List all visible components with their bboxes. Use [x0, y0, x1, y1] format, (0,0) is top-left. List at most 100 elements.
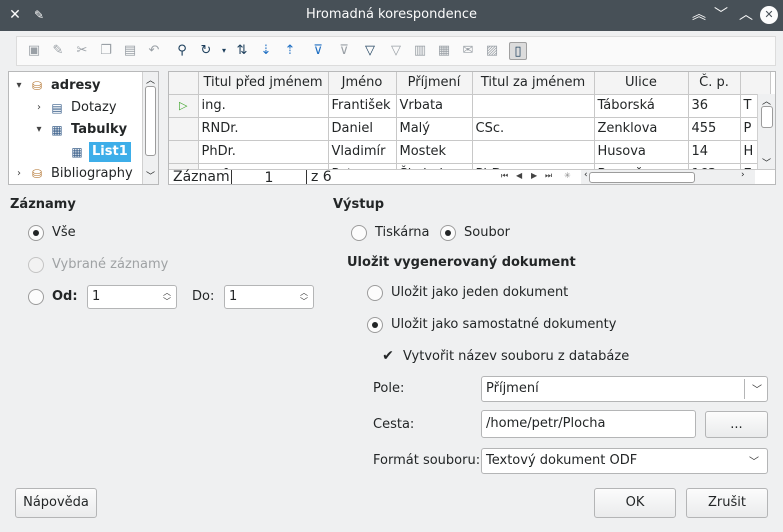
table-cell[interactable]	[472, 140, 595, 164]
to-spinbox[interactable]: 1 ︿ ﹀	[224, 285, 314, 309]
close-icon[interactable]: ✕	[760, 6, 778, 24]
from-value[interactable]: 1	[92, 289, 100, 304]
refresh-dropdown-icon[interactable]: ▾	[215, 42, 233, 60]
decrement-icon[interactable]: ﹀	[298, 297, 310, 306]
column-header[interactable]: Příjmení	[396, 72, 473, 95]
field-value[interactable]: Příjmení	[486, 381, 539, 396]
single-document-radio[interactable]	[367, 285, 383, 301]
scroll-down-icon[interactable]: ﹀	[762, 156, 771, 169]
scroll-down-icon[interactable]: ﹀	[146, 169, 155, 182]
scrollbar-thumb[interactable]	[145, 86, 156, 156]
scrollbar-thumb[interactable]	[761, 106, 773, 128]
sort-descending-icon[interactable]: ⇡	[281, 42, 299, 60]
table-cell[interactable]: Zenklova	[594, 117, 689, 141]
data-to-fields-icon[interactable]: ▦	[435, 42, 453, 60]
table-cell[interactable]: CSc.	[472, 117, 595, 141]
separate-documents-label[interactable]: Uložit jako samostatné dokumenty	[391, 317, 616, 332]
table-cell[interactable]: Vladimír	[328, 140, 397, 164]
file-format-select[interactable]: Textový dokument ODF ﹀	[481, 448, 768, 474]
new-record-icon[interactable]: ✳	[564, 171, 571, 180]
tree-item-adresy[interactable]: ▾ ⛁ adresy	[9, 75, 149, 97]
edit-icon[interactable]: ✎	[49, 42, 67, 60]
previous-record-icon[interactable]: ◀	[516, 171, 522, 180]
range-records-radio[interactable]	[28, 289, 44, 305]
row-header[interactable]	[169, 117, 199, 141]
autofilter-icon[interactable]: ⊽	[309, 42, 327, 60]
expand-arrow-icon[interactable]: ›	[13, 163, 25, 184]
table-cell[interactable]: Táborská	[594, 94, 689, 118]
path-input[interactable]: /home/petr/Plocha	[481, 410, 696, 438]
all-records-label[interactable]: Vše	[52, 225, 76, 240]
keep-above-icon[interactable]: ︽	[690, 6, 708, 24]
tree-item-dotazy[interactable]: › ▤ Dotazy	[9, 97, 149, 119]
paste-icon[interactable]: ▤	[121, 42, 139, 60]
explorer-toggle-icon[interactable]: ▯	[509, 42, 527, 60]
tree-scrollbar[interactable]: ︿ ﹀	[142, 72, 158, 184]
separate-documents-radio[interactable]	[367, 317, 383, 333]
save-icon[interactable]: ▣	[25, 42, 43, 60]
mail-merge-icon[interactable]: ✉	[459, 42, 477, 60]
sort-icon[interactable]: ⇅	[233, 42, 251, 60]
all-records-radio[interactable]	[28, 225, 44, 241]
sort-ascending-icon[interactable]: ⇣	[257, 42, 275, 60]
ok-button[interactable]: OK	[594, 488, 676, 518]
table-cell[interactable]: 36	[688, 94, 741, 118]
grid-vertical-scrollbar[interactable]: ︿ ﹀	[757, 94, 775, 169]
table-cell[interactable]: Malý	[396, 117, 473, 141]
refresh-icon[interactable]: ↻	[197, 42, 215, 60]
table-cell[interactable]: František	[328, 94, 397, 118]
table-cell[interactable]: Vrbata	[396, 94, 473, 118]
increment-icon[interactable]: ︿	[298, 288, 310, 297]
column-header[interactable]	[740, 72, 771, 95]
increment-icon[interactable]: ︿	[161, 288, 173, 297]
table-cell[interactable]: 14	[688, 140, 741, 164]
cut-icon[interactable]: ✂	[73, 42, 91, 60]
undo-icon[interactable]: ↶	[145, 42, 163, 60]
maximize-icon[interactable]: ︿	[737, 6, 755, 24]
grid-horizontal-scrollbar[interactable]: ‹ ›	[581, 170, 755, 184]
table-row[interactable]: ▷ ing. František Vrbata Táborská 36 T	[169, 94, 771, 118]
tree-item-list1[interactable]: ▦ List1	[9, 141, 149, 163]
minimize-icon[interactable]: ﹀	[712, 6, 730, 24]
scrollbar-thumb[interactable]	[589, 172, 695, 183]
data-source-tree[interactable]: ▾ ⛁ adresy › ▤ Dotazy ▾ ▦ Tabulky ▦ List…	[8, 71, 159, 185]
printer-label[interactable]: Tiskárna	[375, 225, 430, 240]
chevron-down-icon[interactable]: ﹀	[749, 453, 759, 468]
column-header[interactable]: Ulice	[594, 72, 689, 95]
record-number-input[interactable]: 1	[231, 170, 307, 184]
next-record-icon[interactable]: ▶	[531, 171, 537, 180]
find-icon[interactable]: ⚲	[173, 42, 191, 60]
to-value[interactable]: 1	[229, 289, 237, 304]
decrement-icon[interactable]: ﹀	[161, 297, 173, 306]
cancel-button[interactable]: Zrušit	[686, 488, 768, 518]
table-cell[interactable]	[472, 94, 595, 118]
tree-item-bibliography[interactable]: › ⛁ Bibliography	[9, 163, 149, 184]
file-label[interactable]: Soubor	[464, 225, 510, 240]
remove-filter-icon[interactable]: ▽	[387, 42, 405, 60]
table-cell[interactable]: RNDr.	[198, 117, 329, 141]
from-spinbox[interactable]: 1 ︿ ﹀	[87, 285, 177, 309]
path-value[interactable]: /home/petr/Plocha	[486, 416, 605, 431]
scroll-right-icon[interactable]: ›	[741, 170, 745, 180]
table-row[interactable]: RNDr. Daniel Malý CSc. Zenklova 455 P	[169, 117, 771, 141]
table-cell[interactable]: PhDr.	[198, 140, 329, 164]
file-radio[interactable]	[440, 225, 456, 241]
tree-item-tabulky[interactable]: ▾ ▦ Tabulky	[9, 119, 149, 141]
first-record-icon[interactable]: ⏮	[501, 171, 508, 181]
field-combobox[interactable]: Příjmení ﹀	[481, 376, 768, 402]
data-to-text-icon[interactable]: ▥	[411, 42, 429, 60]
standard-filter-icon[interactable]: ▽	[361, 42, 379, 60]
expand-arrow-icon[interactable]: ›	[33, 97, 45, 119]
printer-radio[interactable]	[351, 225, 367, 241]
column-header[interactable]: Titul před jménem	[198, 72, 329, 95]
data-grid[interactable]: Titul před jménem Jméno Příjmení Titul z…	[168, 71, 776, 185]
scroll-up-icon[interactable]: ︿	[146, 73, 155, 86]
expand-arrow-icon[interactable]: ▾	[33, 119, 45, 141]
browse-button[interactable]: ...	[705, 411, 768, 438]
source-icon[interactable]: ▨	[483, 42, 501, 60]
apply-filter-icon[interactable]: ⊽	[335, 42, 353, 60]
table-row[interactable]: PhDr. Vladimír Mostek Husova 14 H	[169, 140, 771, 164]
current-row-marker-icon[interactable]: ▷	[169, 94, 199, 118]
scroll-left-icon[interactable]: ‹	[584, 170, 588, 180]
table-cell[interactable]: 455	[688, 117, 741, 141]
